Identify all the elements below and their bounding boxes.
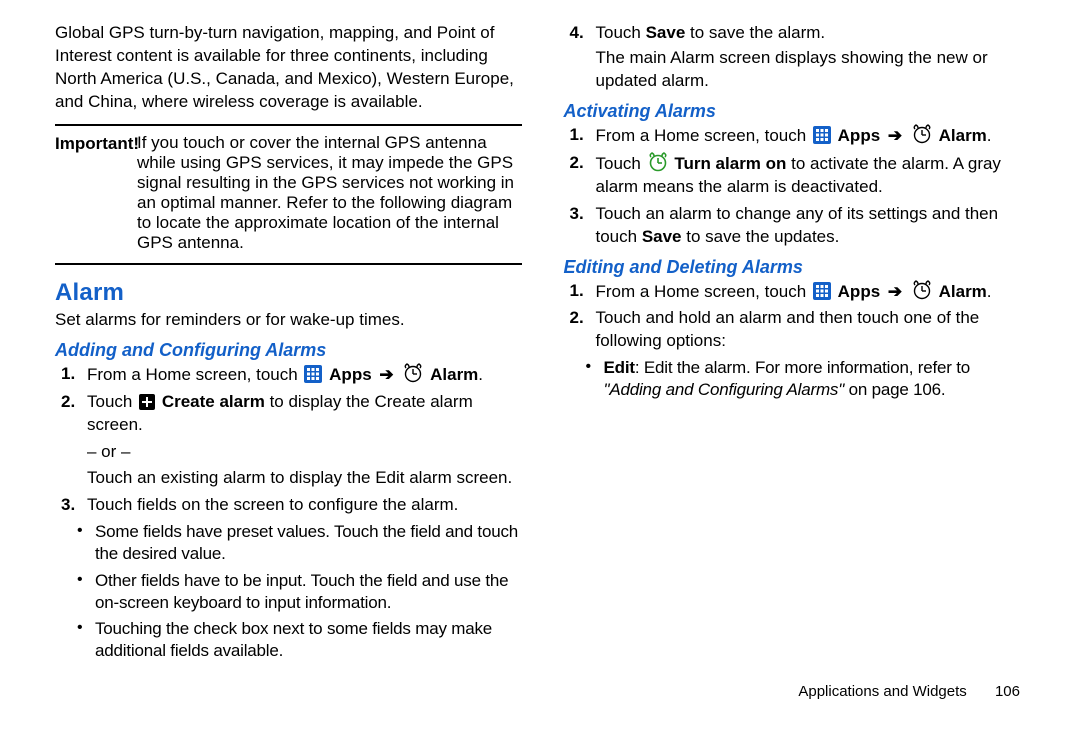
apps-icon (813, 126, 831, 144)
step-4: 4. Touch Save to save the alarm. The mai… (564, 22, 1031, 93)
heading-editing: Editing and Deleting Alarms (564, 257, 1031, 278)
step-1: 1. From a Home screen, touch Apps ➔ Alar… (564, 124, 1031, 148)
edit-bullets: Edit: Edit the alarm. For more informati… (564, 357, 1031, 401)
apps-label: Apps (838, 282, 881, 301)
step-text: Touch fields on the screen to configure … (87, 495, 458, 514)
bullet-item: Other fields have to be input. Touch the… (55, 570, 522, 614)
edit-option-label: Edit (604, 358, 635, 377)
apps-label: Apps (838, 126, 881, 145)
important-body: If you touch or cover the internal GPS a… (137, 133, 522, 253)
alarm-intro: Set alarms for reminders or for wake-up … (55, 309, 522, 332)
step-text: From a Home screen, touch (596, 126, 811, 145)
or-divider: – or – (87, 441, 522, 464)
arrow-icon: ➔ (888, 126, 902, 145)
step-text: to save the alarm. (685, 23, 825, 42)
step-number: 2. (61, 391, 75, 414)
editing-steps: 1. From a Home screen, touch Apps ➔ Alar… (564, 280, 1031, 354)
bullet-item: Edit: Edit the alarm. For more informati… (564, 357, 1031, 401)
arrow-icon: ➔ (379, 365, 393, 384)
step-text: Touch and hold an alarm and then touch o… (596, 308, 980, 350)
step-2: 2. Touch and hold an alarm and then touc… (564, 307, 1031, 353)
step-3: 3. Touch fields on the screen to configu… (55, 494, 522, 517)
divider (55, 263, 522, 265)
step-2: 2. Touch Create alarm to display the Cre… (55, 391, 522, 491)
alarm-label: Alarm (430, 365, 478, 384)
bullet-item: Touching the check box next to some fiel… (55, 618, 522, 662)
config-bullets: Some fields have preset values. Touch th… (55, 521, 522, 662)
bullet-text: on page 106. (844, 380, 945, 399)
step-number: 3. (61, 494, 75, 517)
alarm-on-icon (648, 152, 668, 172)
footer-page-number: 106 (995, 683, 1020, 700)
adding-steps-cont: 4. Touch Save to save the alarm. The mai… (564, 22, 1031, 93)
alarm-icon (912, 280, 932, 300)
activating-steps: 1. From a Home screen, touch Apps ➔ Alar… (564, 124, 1031, 249)
step-followup: The main Alarm screen displays showing t… (596, 47, 1031, 93)
turn-alarm-on-label: Turn alarm on (674, 154, 786, 173)
plus-icon (139, 394, 155, 410)
heading-alarm: Alarm (55, 279, 522, 307)
step-text: Touch (596, 23, 646, 42)
arrow-icon: ➔ (888, 282, 902, 301)
alarm-icon (403, 363, 423, 383)
adding-steps: 1. From a Home screen, touch Apps ➔ Alar… (55, 363, 522, 518)
step-1: 1. From a Home screen, touch Apps ➔ Alar… (564, 280, 1031, 304)
step-1: 1. From a Home screen, touch Apps ➔ Alar… (55, 363, 522, 387)
gps-intro-paragraph: Global GPS turn-by-turn navigation, mapp… (55, 22, 522, 114)
save-label: Save (646, 23, 686, 42)
step-number: 1. (61, 363, 75, 386)
create-alarm-label: Create alarm (162, 392, 265, 411)
apps-icon (813, 282, 831, 300)
step-text: From a Home screen, touch (87, 365, 302, 384)
step-text: Touch an existing alarm to display the E… (87, 468, 512, 487)
alarm-label: Alarm (939, 282, 987, 301)
footer-section-name: Applications and Widgets (798, 683, 966, 700)
step-text: Touch (596, 154, 646, 173)
step-number: 2. (570, 307, 584, 330)
step-number: 1. (570, 280, 584, 303)
alarm-icon (912, 124, 932, 144)
step-text: From a Home screen, touch (596, 282, 811, 301)
divider (55, 124, 522, 126)
heading-adding: Adding and Configuring Alarms (55, 340, 522, 361)
save-label: Save (642, 227, 682, 246)
bullet-text: : Edit the alarm. For more information, … (635, 358, 970, 377)
manual-page: Global GPS turn-by-turn navigation, mapp… (0, 0, 1080, 732)
step-3: 3. Touch an alarm to change any of its s… (564, 203, 1031, 249)
apps-label: Apps (329, 365, 372, 384)
step-number: 4. (570, 22, 584, 45)
heading-activating: Activating Alarms (564, 101, 1031, 122)
cross-reference: "Adding and Configuring Alarms" (604, 380, 845, 399)
page-footer: Applications and Widgets 106 (798, 683, 1020, 700)
step-number: 3. (570, 203, 584, 226)
step-number: 1. (570, 124, 584, 147)
important-note: Important! If you touch or cover the int… (55, 134, 522, 253)
important-label: Important! (55, 134, 139, 153)
alarm-label: Alarm (939, 126, 987, 145)
bullet-item: Some fields have preset values. Touch th… (55, 521, 522, 565)
step-number: 2. (570, 152, 584, 175)
step-text: Touch (87, 392, 137, 411)
step-text: to save the updates. (682, 227, 840, 246)
step-2: 2. Touch Turn alarm on to activate the a… (564, 152, 1031, 199)
apps-icon (304, 365, 322, 383)
